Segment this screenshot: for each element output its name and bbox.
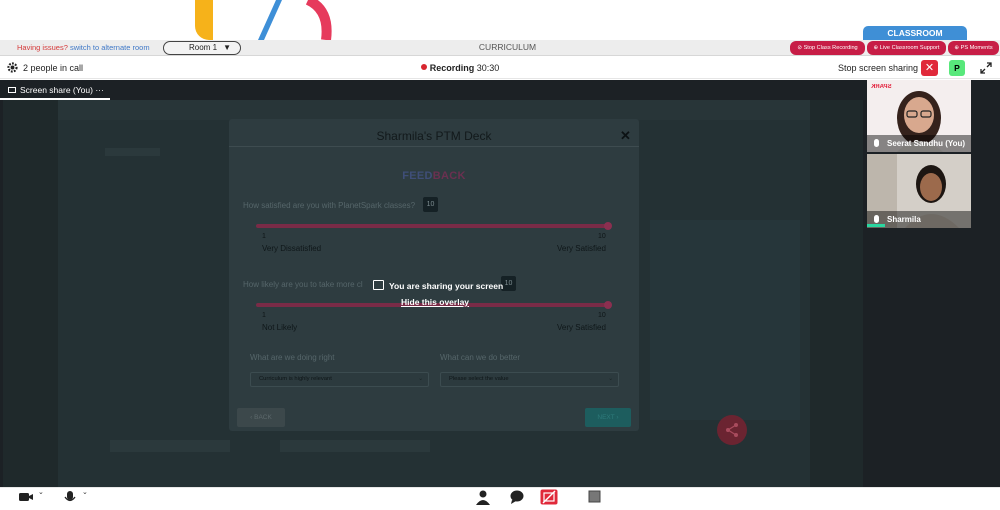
ps-moments-button[interactable]: ⊕ PS Moments: [948, 41, 999, 55]
q1-max-label: Very Satisfied: [557, 244, 606, 253]
q2-min-label: Not Likely: [262, 323, 298, 332]
next-button[interactable]: NEXT ›: [585, 408, 631, 427]
microphone-icon: [874, 215, 879, 223]
q2-min: 1: [262, 312, 266, 319]
do-better-label: What can we do better: [440, 353, 521, 362]
do-better-select[interactable]: Please select the value ⌄: [440, 372, 619, 387]
microphone-icon: [874, 139, 879, 147]
share-screen-icon: [373, 280, 384, 290]
stop-class-recording-button[interactable]: ⊘ Stop Class Recording: [790, 41, 865, 55]
speaking-indicator: [867, 224, 885, 227]
doing-right-value: Curriculum is highly relevant: [259, 376, 332, 382]
ghost-element: [105, 148, 160, 156]
camera-icon[interactable]: [18, 490, 34, 504]
chat-icon[interactable]: [510, 490, 524, 504]
expand-icon[interactable]: [979, 61, 993, 75]
hide-overlay-link[interactable]: Hide this overlay: [401, 297, 469, 307]
chevron-down-icon: ⌄: [418, 376, 423, 382]
video-tile-self[interactable]: Seerat Sandhu (You): [867, 80, 971, 152]
q1-slider-handle[interactable]: [604, 222, 612, 230]
more-options-icon[interactable]: ···: [95, 85, 104, 95]
ps-moments-label: PS Moments: [960, 45, 993, 51]
ghost-element: [650, 220, 800, 420]
q1-max: 10: [598, 233, 606, 240]
feedback-heading-part2: BACK: [432, 170, 466, 182]
video-tile-sharmila[interactable]: Sharmila: [867, 154, 971, 228]
q2-max: 10: [598, 312, 606, 319]
call-controls: [0, 487, 1000, 510]
microphone-icon[interactable]: [64, 490, 76, 504]
q2-slider-handle[interactable]: [604, 301, 612, 309]
logo-blue-shape: [258, 0, 282, 40]
top-strip: [0, 0, 1000, 40]
q2-max-label: Very Satisfied: [557, 323, 606, 332]
screen-share-icon: [8, 87, 16, 93]
chevron-down-icon[interactable]: ⌄: [38, 488, 44, 496]
person-icon[interactable]: [476, 490, 490, 505]
ghost-element: [280, 440, 430, 452]
live-classroom-support-button[interactable]: ⊕ Live Classroom Support: [867, 41, 946, 55]
participant-name: Seerat Sandhu (You): [867, 135, 971, 152]
stop-sharing-button[interactable]: ✕: [921, 60, 938, 76]
stop-class-recording-label: Stop Class Recording: [803, 45, 858, 51]
doing-right-select[interactable]: Curriculum is highly relevant ⌄: [250, 372, 429, 387]
logo-yellow-shape: [195, 0, 213, 40]
ghost-element: [110, 440, 230, 452]
participant-name-text: Sharmila: [887, 215, 921, 224]
close-icon[interactable]: ✕: [620, 128, 631, 144]
chevron-down-icon: ⌄: [608, 376, 613, 382]
feedback-heading-part1: FEED: [402, 170, 433, 182]
participant-name-text: Seerat Sandhu (You): [887, 139, 966, 148]
tab-screen-share[interactable]: Screen share (You) ···: [0, 80, 110, 100]
question-2: How likely are you to take more cl: [243, 280, 363, 289]
q2-value-badge: 10: [501, 276, 516, 291]
question-1: How satisfied are you with PlanetSpark c…: [243, 201, 416, 210]
shared-app-header: [58, 100, 810, 120]
sharing-notice: You are sharing your screen: [389, 281, 504, 291]
back-button[interactable]: ‹ BACK: [237, 408, 285, 427]
q1-min: 1: [262, 233, 266, 240]
do-better-placeholder: Please select the value: [449, 376, 509, 382]
share-icon: [726, 423, 738, 437]
q1-value-badge: 10: [423, 197, 438, 212]
stop-sharing-label: Stop screen sharing: [838, 63, 919, 73]
screen-share-tab-label: Screen share (You): [20, 85, 93, 95]
recording-status: Recording 30:30: [0, 63, 920, 73]
deck-title: Sharmila's PTM Deck: [376, 129, 492, 143]
whiteboard-icon[interactable]: [588, 490, 601, 503]
logo-red-shape: [305, 0, 332, 40]
live-classroom-support-label: Live Classroom Support: [879, 45, 940, 51]
modal-divider: [229, 146, 639, 147]
chevron-down-icon[interactable]: ⌄: [82, 488, 88, 496]
planetspark-logo: SPARK: [871, 84, 892, 90]
recording-time: 30:30: [476, 63, 500, 73]
participant-badge[interactable]: P: [949, 60, 965, 76]
recording-label: Recording: [429, 63, 475, 73]
tab-classroom[interactable]: CLASSROOM: [863, 26, 967, 41]
share-fab-button[interactable]: [717, 415, 747, 445]
q1-slider-track[interactable]: [256, 224, 610, 228]
doing-right-label: What are we doing right: [250, 353, 335, 362]
q1-min-label: Very Dissatisfied: [262, 244, 322, 253]
stop-share-icon[interactable]: [540, 489, 558, 505]
back-button-label: BACK: [254, 414, 272, 421]
recording-dot-icon: [420, 64, 427, 70]
next-button-label: NEXT: [597, 414, 615, 421]
feedback-heading: FEEDBACK: [229, 170, 639, 182]
